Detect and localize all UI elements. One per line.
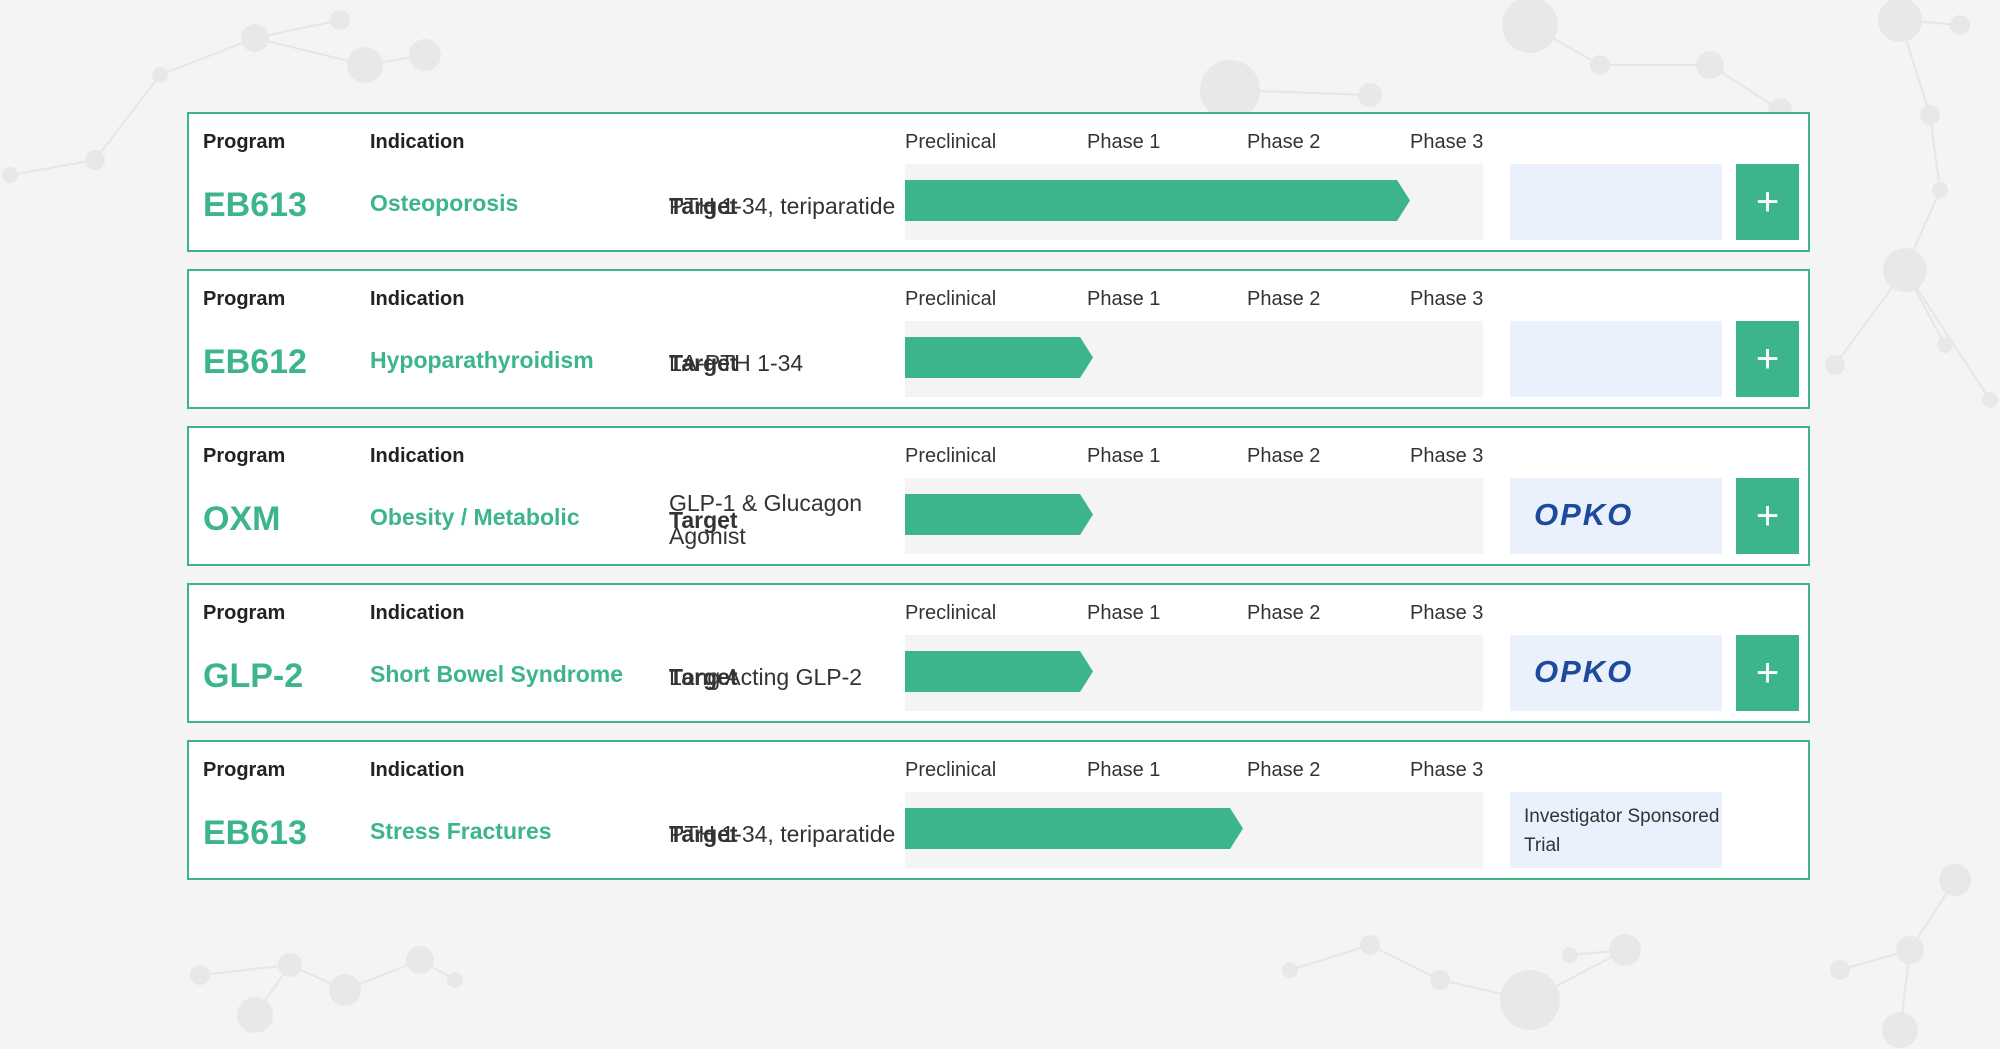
pipeline-row: Program Indication Target Preclinical Phase … [187, 426, 1810, 566]
pipeline-row: Program Indication Target Preclinical Phase … [187, 583, 1810, 723]
program-name: EB612 [203, 343, 307, 381]
program-header: Program [203, 288, 286, 310]
program-name: GLP-2 [203, 657, 304, 695]
phase-header-2: Phase 2 [1247, 759, 1321, 781]
progress-track [905, 478, 1483, 554]
target-name: PTH 1-34, teriparatide [669, 192, 896, 219]
partner-box: OPKO [1510, 635, 1722, 711]
expand-button[interactable]: + [1736, 635, 1799, 711]
program-header: Program [203, 759, 286, 781]
plus-icon: + [1755, 493, 1780, 538]
progress-bar [905, 651, 1093, 692]
indication-name: Osteoporosis [370, 190, 519, 216]
indication-header: Indication [370, 602, 465, 624]
partner-box [1510, 321, 1722, 397]
program-header: Program [203, 445, 286, 467]
indication-name: Hypoparathyroidism [370, 347, 594, 373]
program-header: Program [203, 602, 286, 624]
phase-header-3: Phase 3 [1410, 445, 1484, 467]
program-name: EB613 [203, 186, 307, 224]
phase-header-2: Phase 2 [1247, 288, 1321, 310]
phase-header-1: Phase 1 [1087, 288, 1161, 310]
phase-header-3: Phase 3 [1410, 131, 1484, 153]
phase-header-0: Preclinical [905, 445, 997, 467]
target-name: LA-PTH 1-34 [669, 349, 804, 376]
partner-text: Investigator Sponsored Trial [1524, 806, 1720, 856]
opko-logo: OPKO [1534, 497, 1634, 532]
expand-button[interactable]: + [1736, 478, 1799, 554]
plus-icon: + [1755, 650, 1780, 695]
pipeline-row: Program Indication Target Preclinical Phase … [187, 112, 1810, 252]
phase-header-1: Phase 1 [1087, 759, 1161, 781]
program-name: OXM [203, 500, 281, 538]
progress-bar [905, 180, 1410, 221]
program-header: Program [203, 131, 286, 153]
phase-header-0: Preclinical [905, 602, 997, 624]
progress-track [905, 321, 1483, 397]
progress-bar [905, 808, 1243, 849]
progress-track [905, 792, 1483, 868]
expand-button[interactable]: + [1736, 321, 1799, 397]
partner-box: Investigator Sponsored Trial [1510, 792, 1722, 868]
pipeline-row: Program Indication Target Preclinical Phase … [187, 740, 1810, 880]
progress-track [905, 635, 1483, 711]
phase-header-3: Phase 3 [1410, 759, 1484, 781]
phase-header-3: Phase 3 [1410, 602, 1484, 624]
pipeline-row: Program Indication Target Preclinical Phase … [187, 269, 1810, 409]
phase-header-0: Preclinical [905, 131, 997, 153]
progress-bar [905, 337, 1093, 378]
target-name: PTH 1-34, teriparatide [669, 820, 896, 847]
phase-header-1: Phase 1 [1087, 131, 1161, 153]
partner-box [1510, 164, 1722, 240]
phase-header-1: Phase 1 [1087, 602, 1161, 624]
progress-track [905, 164, 1483, 240]
phase-header-2: Phase 2 [1247, 131, 1321, 153]
indication-header: Indication [370, 759, 465, 781]
indication-header: Indication [370, 131, 465, 153]
plus-icon: + [1755, 179, 1780, 224]
indication-header: Indication [370, 445, 465, 467]
partner-box: OPKO [1510, 478, 1722, 554]
pipeline-table: Program Indication Target Preclinical Phase … [0, 0, 2000, 1049]
phase-header-2: Phase 2 [1247, 602, 1321, 624]
phase-header-3: Phase 3 [1410, 288, 1484, 310]
expand-button[interactable]: + [1736, 164, 1799, 240]
phase-header-0: Preclinical [905, 759, 997, 781]
indication-header: Indication [370, 288, 465, 310]
indication-name: Short Bowel Syndrome [370, 661, 624, 687]
progress-bar [905, 494, 1093, 535]
indication-name: Stress Fractures [370, 818, 552, 844]
plus-icon: + [1755, 336, 1780, 381]
opko-logo: OPKO [1534, 654, 1634, 689]
target-name: Long Acting GLP-2 [669, 663, 863, 690]
indication-name: Obesity / Metabolic [370, 504, 580, 530]
phase-header-2: Phase 2 [1247, 445, 1321, 467]
target-name: GLP-1 & Glucagon Agonist [669, 490, 863, 549]
phase-header-1: Phase 1 [1087, 445, 1161, 467]
phase-header-0: Preclinical [905, 288, 997, 310]
program-name: EB613 [203, 814, 307, 852]
